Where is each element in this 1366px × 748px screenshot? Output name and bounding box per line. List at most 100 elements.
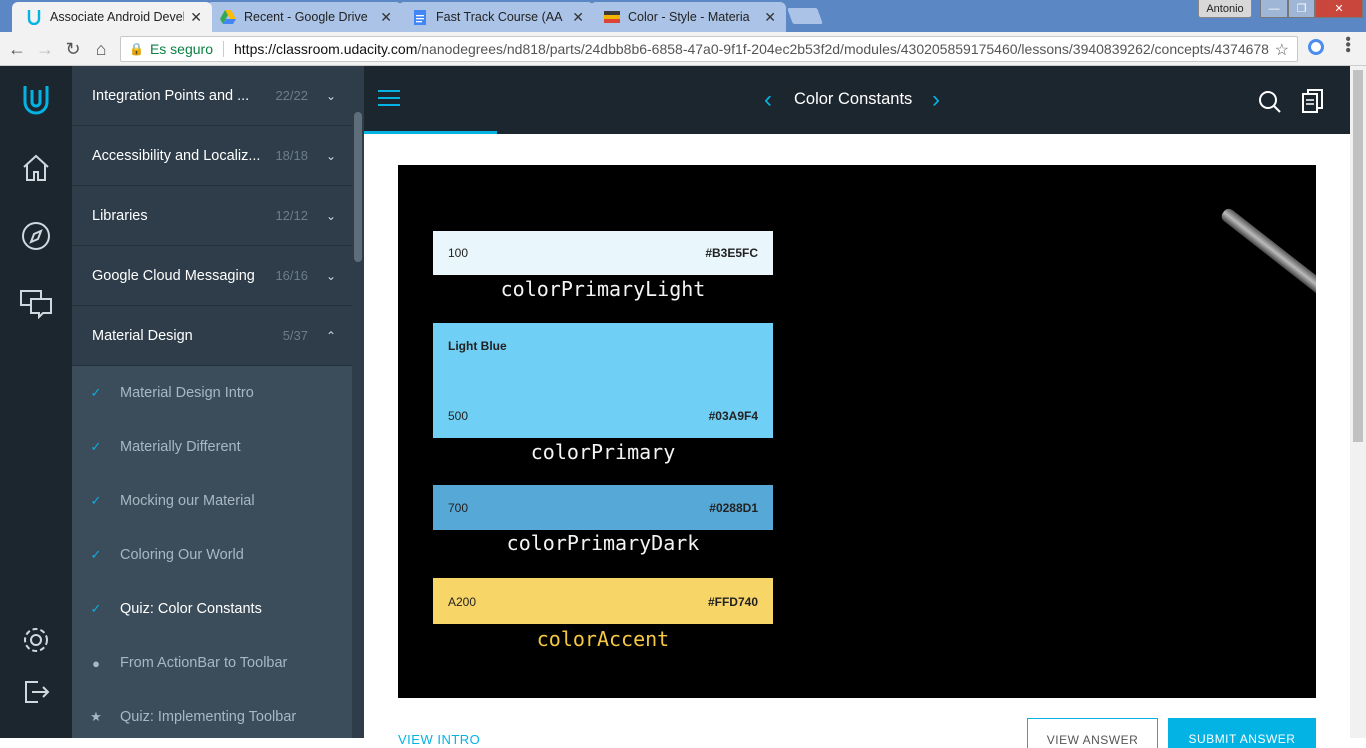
tab-material-color[interactable]: Color - Style - Materia ✕ — [590, 2, 786, 32]
back-icon[interactable]: ← — [6, 38, 28, 60]
chevron-down-icon: ⌄ — [325, 268, 336, 283]
check-icon: ✓ — [90, 385, 102, 400]
swatch-primary: Light Blue 500 #03A9F4 — [433, 323, 773, 438]
concept-item[interactable]: ● From ActionBar to Toolbar — [72, 636, 352, 690]
extension-icon[interactable] — [1308, 39, 1324, 55]
main-content: 100 #B3E5FC colorPrimaryLight Light Blue… — [364, 134, 1350, 748]
swatch-accent: A200 #FFD740 — [433, 578, 773, 624]
tab-title: Fast Track Course (AA — [436, 10, 563, 24]
menu-hamburger-icon[interactable] — [378, 90, 400, 111]
settings-gear-icon[interactable] — [18, 622, 54, 658]
nav-rail — [0, 66, 72, 738]
minimize-button[interactable]: — — [1260, 0, 1288, 18]
lesson-item[interactable]: Google Cloud Messaging 16/16 ⌄ — [72, 246, 352, 306]
swatch-hex: #B3E5FC — [705, 246, 758, 260]
tab-udacity[interactable]: Associate Android Devel ✕ — [12, 2, 212, 32]
restore-button[interactable]: ❐ — [1288, 0, 1315, 18]
swatch-hex: #0288D1 — [709, 501, 758, 515]
lesson-item-expanded[interactable]: Material Design 5/37 ⌃ — [72, 306, 352, 366]
scrollbar-thumb[interactable] — [354, 112, 362, 262]
tab-google-drive[interactable]: Recent - Google Drive ✕ — [206, 2, 402, 32]
swatch-value: A200 — [448, 595, 477, 609]
divider — [223, 41, 224, 57]
new-tab-button[interactable] — [787, 8, 823, 24]
swatch-label: Light Blue — [448, 339, 507, 353]
concept-item[interactable]: ✓ Coloring Our World — [72, 528, 352, 582]
chevron-left-icon[interactable]: ‹ — [764, 86, 772, 114]
bookmark-star-icon[interactable]: ☆ — [1275, 40, 1289, 60]
lesson-label: Libraries — [92, 207, 148, 224]
search-icon[interactable] — [1258, 90, 1282, 119]
check-icon: ✓ — [90, 547, 102, 562]
chevron-down-icon: ⌄ — [325, 148, 336, 163]
lesson-item[interactable]: Accessibility and Localiz... 18/18 ⌄ — [72, 126, 352, 186]
lesson-item[interactable]: Integration Points and ... 22/22 ⌄ — [72, 66, 352, 126]
udacity-icon — [26, 9, 42, 25]
window-close-button[interactable]: ✕ — [1315, 0, 1363, 18]
concept-header: ‹ Color Constants › — [364, 66, 1350, 134]
close-icon[interactable]: ✕ — [190, 9, 202, 26]
close-icon[interactable]: ✕ — [572, 9, 584, 26]
lesson-count: 16/16 — [275, 268, 308, 283]
lesson-label: Integration Points and ... — [92, 87, 250, 104]
view-intro-link[interactable]: VIEW INTRO — [398, 732, 480, 747]
url-text: https://classroom.udacity.com/nanodegree… — [234, 41, 1269, 57]
lesson-count: 22/22 — [275, 88, 308, 103]
concept-item-current[interactable]: ✓ Quiz: Color Constants — [72, 582, 352, 636]
lesson-item[interactable]: Libraries 12/12 ⌄ — [72, 186, 352, 246]
lesson-label: Material Design — [92, 327, 193, 344]
logout-icon[interactable] — [18, 674, 54, 710]
compass-icon[interactable] — [18, 218, 54, 254]
sidebar-scrollbar[interactable] — [352, 66, 364, 738]
concept-item[interactable]: ✓ Mocking our Material — [72, 474, 352, 528]
swatch-hex: #FFD740 — [707, 595, 758, 609]
home-icon[interactable]: ⌂ — [90, 38, 112, 60]
google-drive-icon — [220, 9, 236, 25]
swatch-value: 500 — [448, 409, 469, 423]
check-icon: ✓ — [90, 493, 102, 508]
concept-list: ✓ Material Design Intro ✓ Materially Diffe… — [72, 366, 352, 738]
profile-button[interactable]: Antonio — [1198, 0, 1252, 18]
resources-icon[interactable] — [1302, 88, 1324, 119]
color-name: colorAccent — [536, 627, 670, 651]
udacity-logo-icon[interactable] — [18, 82, 54, 118]
browser-toolbar: ← → ↻ ⌂ 🔒 Es seguro https://classroom.ud… — [0, 32, 1366, 66]
chevron-right-icon[interactable]: › — [932, 86, 940, 114]
page-title: Color Constants — [794, 90, 913, 108]
google-docs-icon — [412, 9, 428, 25]
tab-title: Recent - Google Drive — [244, 10, 368, 24]
tab-fast-track[interactable]: Fast Track Course (AA ✕ — [398, 2, 594, 32]
concept-item[interactable]: ★ Quiz: Implementing Toolbar — [72, 690, 352, 738]
answer-bar: VIEW INTRO VIEW ANSWER SUBMIT ANSWER — [364, 714, 1350, 748]
chevron-up-icon: ⌃ — [325, 328, 336, 343]
forward-icon[interactable]: → — [34, 38, 56, 60]
lock-icon: 🔒 — [129, 42, 144, 56]
close-icon[interactable]: ✕ — [380, 9, 392, 26]
submit-answer-button[interactable]: SUBMIT ANSWER — [1168, 718, 1316, 748]
swatch-value: 700 — [448, 501, 469, 515]
scrollbar-thumb[interactable] — [1353, 70, 1363, 442]
reload-icon[interactable]: ↻ — [62, 38, 84, 60]
star-icon: ★ — [90, 709, 102, 724]
video-player[interactable]: 100 #B3E5FC colorPrimaryLight Light Blue… — [398, 165, 1316, 698]
check-icon: ✓ — [90, 439, 102, 454]
security-label: Es seguro — [149, 41, 213, 57]
concept-item[interactable]: ✓ Materially Different — [72, 420, 352, 474]
home-icon[interactable] — [18, 150, 54, 186]
concept-label: Mocking our Material — [120, 493, 255, 509]
address-bar[interactable]: 🔒 Es seguro https://classroom.udacity.co… — [120, 36, 1298, 62]
concept-label: From ActionBar to Toolbar — [120, 655, 288, 671]
lesson-count: 18/18 — [275, 148, 308, 163]
material-design-icon — [604, 9, 620, 25]
swatch-hex: #03A9F4 — [708, 409, 758, 423]
view-answer-button[interactable]: VIEW ANSWER — [1027, 718, 1158, 748]
chevron-down-icon: ⌄ — [325, 88, 336, 103]
chat-icon[interactable] — [18, 286, 54, 322]
page-scrollbar[interactable] — [1350, 66, 1366, 738]
lesson-sidebar: Integration Points and ... 22/22 ⌄ Accessi… — [72, 66, 364, 738]
lesson-count: 5/37 — [282, 328, 308, 343]
swatch-primary-dark: 700 #0288D1 — [433, 485, 773, 530]
menu-icon[interactable]: ••• — [1339, 36, 1356, 53]
concept-item[interactable]: ✓ Material Design Intro — [72, 366, 352, 420]
close-icon[interactable]: ✕ — [764, 9, 776, 26]
